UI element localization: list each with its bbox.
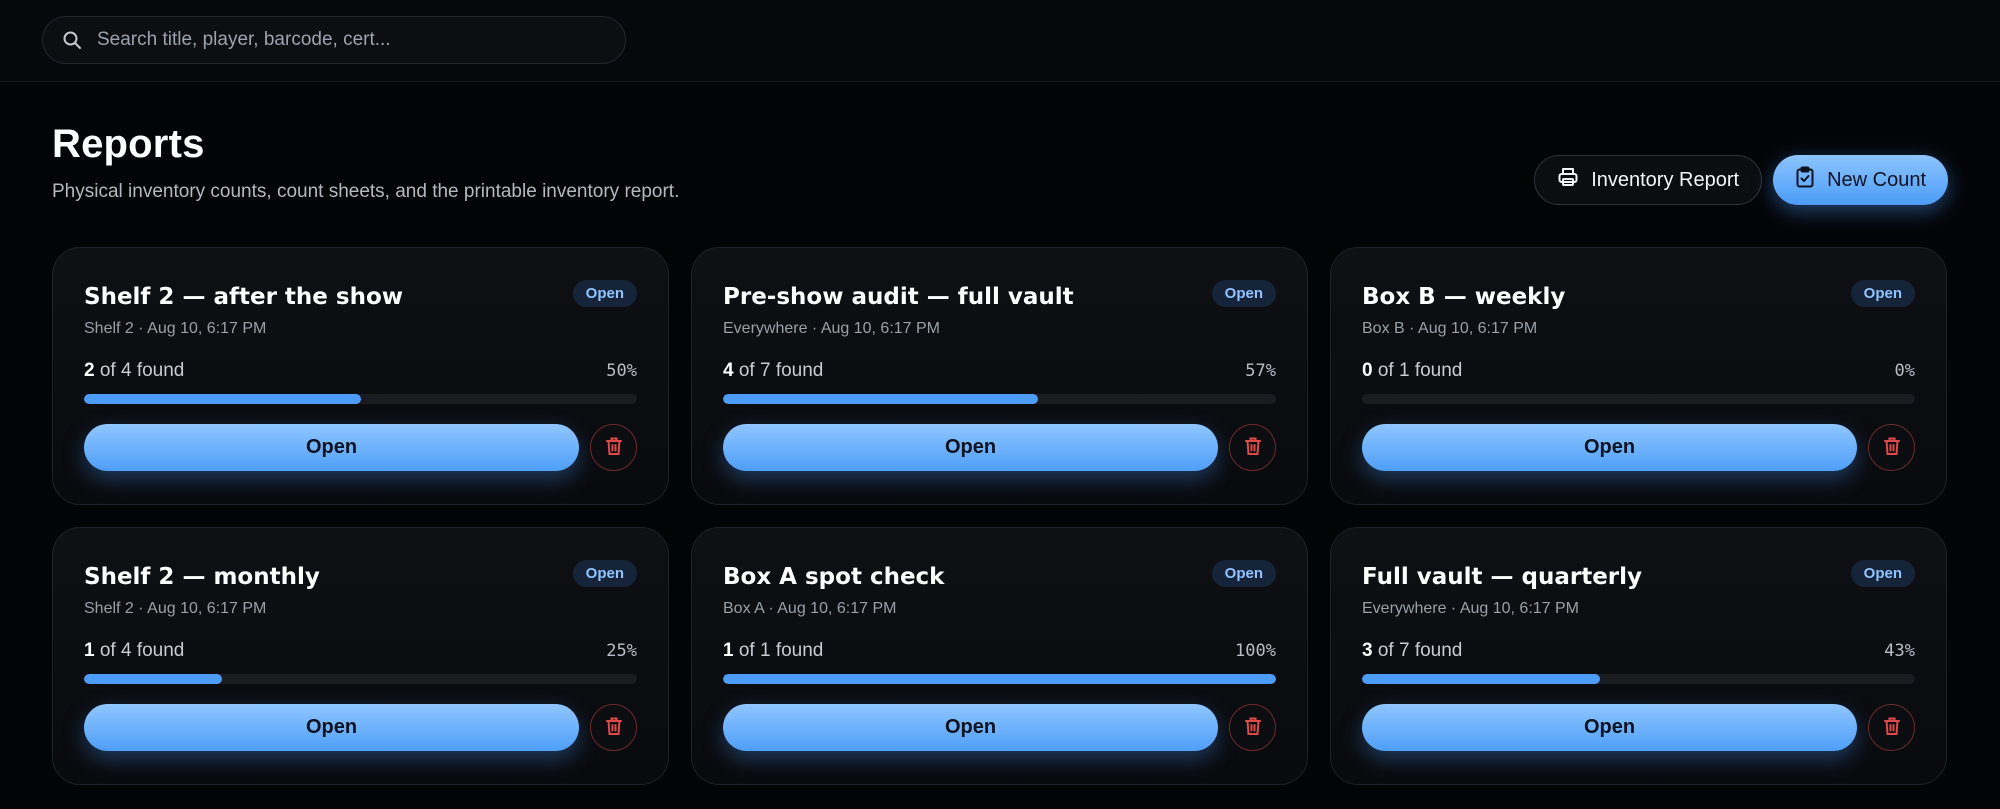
card-meta: Box A · Aug 10, 6:17 PM [723, 600, 897, 617]
found-total: of 1 found [738, 640, 824, 661]
found-percent: 43% [1884, 641, 1915, 661]
clipboard-check-icon [1795, 166, 1815, 194]
card-title: Shelf 2 — after the show [84, 284, 404, 310]
count-card: Shelf 2 — after the show Shelf 2 · Aug 1… [52, 247, 669, 505]
found-percent: 25% [606, 641, 637, 661]
found-percent: 0% [1894, 361, 1915, 381]
card-meta: Everywhere · Aug 10, 6:17 PM [1362, 600, 1579, 617]
open-button[interactable]: Open [1362, 424, 1857, 471]
found-count: 0 [1362, 360, 1373, 381]
found-text: 1 of 1 found [723, 640, 823, 662]
search-input[interactable] [97, 29, 577, 51]
found-text: 0 of 1 found [1362, 360, 1462, 382]
progress-fill [1362, 674, 1600, 684]
found-row: 1 of 1 found 100% [723, 640, 1276, 662]
found-percent: 50% [606, 361, 637, 381]
count-card: Full vault — quarterly Everywhere · Aug … [1330, 527, 1947, 785]
card-title: Box A spot check [723, 564, 945, 590]
status-badge: Open [1850, 280, 1915, 307]
found-percent: 100% [1235, 641, 1276, 661]
card-meta: Shelf 2 · Aug 10, 6:17 PM [84, 600, 267, 617]
progress-fill [723, 674, 1276, 684]
found-total: of 4 found [99, 640, 185, 661]
delete-button[interactable] [590, 424, 637, 471]
delete-button[interactable] [1229, 704, 1276, 751]
progress-bar [723, 674, 1276, 684]
status-badge: Open [1211, 560, 1276, 587]
trash-icon [1883, 716, 1901, 739]
progress-fill [84, 674, 223, 684]
progress-bar [1362, 394, 1915, 404]
header-actions: Inventory Report New Count [1534, 155, 1948, 205]
status-badge: Open [1850, 560, 1915, 587]
trash-icon [605, 436, 623, 459]
new-count-label: New Count [1827, 168, 1926, 191]
found-text: 3 of 7 found [1362, 640, 1462, 662]
open-button[interactable]: Open [84, 704, 579, 751]
count-card: Pre-show audit — full vault Everywhere ·… [691, 247, 1308, 505]
printer-icon [1557, 166, 1579, 194]
progress-fill [84, 394, 361, 404]
delete-button[interactable] [590, 704, 637, 751]
progress-bar [1362, 674, 1915, 684]
open-button[interactable]: Open [723, 704, 1218, 751]
top-bar [0, 0, 2000, 82]
open-button[interactable]: Open [84, 424, 579, 471]
page-title: Reports [52, 122, 205, 166]
found-total: of 7 found [738, 360, 824, 381]
status-badge: Open [572, 280, 637, 307]
search-icon [61, 29, 83, 51]
found-row: 2 of 4 found 50% [84, 360, 637, 382]
found-text: 1 of 4 found [84, 640, 184, 662]
page-subtitle: Physical inventory counts, count sheets,… [52, 181, 680, 202]
trash-icon [1883, 436, 1901, 459]
page-header: Reports Physical inventory counts, count… [52, 122, 679, 203]
found-count: 3 [1362, 640, 1373, 661]
found-total: of 4 found [99, 360, 185, 381]
card-title: Pre-show audit — full vault [723, 284, 1074, 310]
progress-bar [723, 394, 1276, 404]
found-row: 1 of 4 found 25% [84, 640, 637, 662]
found-row: 3 of 7 found 43% [1362, 640, 1915, 662]
count-card: Box B — weekly Box B · Aug 10, 6:17 PM O… [1330, 247, 1947, 505]
trash-icon [1244, 436, 1262, 459]
delete-button[interactable] [1229, 424, 1276, 471]
found-count: 2 [84, 360, 95, 381]
found-count: 1 [723, 640, 734, 661]
found-text: 4 of 7 found [723, 360, 823, 382]
inventory-report-button[interactable]: Inventory Report [1534, 155, 1763, 205]
new-count-button[interactable]: New Count [1773, 155, 1948, 205]
status-badge: Open [1211, 280, 1276, 307]
search-bar[interactable] [42, 16, 626, 64]
found-row: 4 of 7 found 57% [723, 360, 1276, 382]
count-card: Shelf 2 — monthly Shelf 2 · Aug 10, 6:17… [52, 527, 669, 785]
count-cards-grid: Shelf 2 — after the show Shelf 2 · Aug 1… [52, 247, 1947, 785]
card-title: Shelf 2 — monthly [84, 564, 320, 590]
progress-bar [84, 394, 637, 404]
card-title: Box B — weekly [1362, 284, 1566, 310]
progress-bar [84, 674, 637, 684]
found-row: 0 of 1 found 0% [1362, 360, 1915, 382]
found-count: 1 [84, 640, 95, 661]
progress-fill [723, 394, 1039, 404]
delete-button[interactable] [1868, 424, 1915, 471]
found-total: of 1 found [1377, 360, 1463, 381]
count-card: Box A spot check Box A · Aug 10, 6:17 PM… [691, 527, 1308, 785]
inventory-report-label: Inventory Report [1591, 168, 1740, 191]
trash-icon [1244, 716, 1262, 739]
found-count: 4 [723, 360, 734, 381]
trash-icon [605, 716, 623, 739]
delete-button[interactable] [1868, 704, 1915, 751]
found-percent: 57% [1245, 361, 1276, 381]
card-meta: Box B · Aug 10, 6:17 PM [1362, 320, 1538, 337]
card-title: Full vault — quarterly [1362, 564, 1643, 590]
open-button[interactable]: Open [1362, 704, 1857, 751]
found-total: of 7 found [1377, 640, 1463, 661]
card-meta: Everywhere · Aug 10, 6:17 PM [723, 320, 940, 337]
found-text: 2 of 4 found [84, 360, 184, 382]
open-button[interactable]: Open [723, 424, 1218, 471]
card-meta: Shelf 2 · Aug 10, 6:17 PM [84, 320, 267, 337]
status-badge: Open [572, 560, 637, 587]
